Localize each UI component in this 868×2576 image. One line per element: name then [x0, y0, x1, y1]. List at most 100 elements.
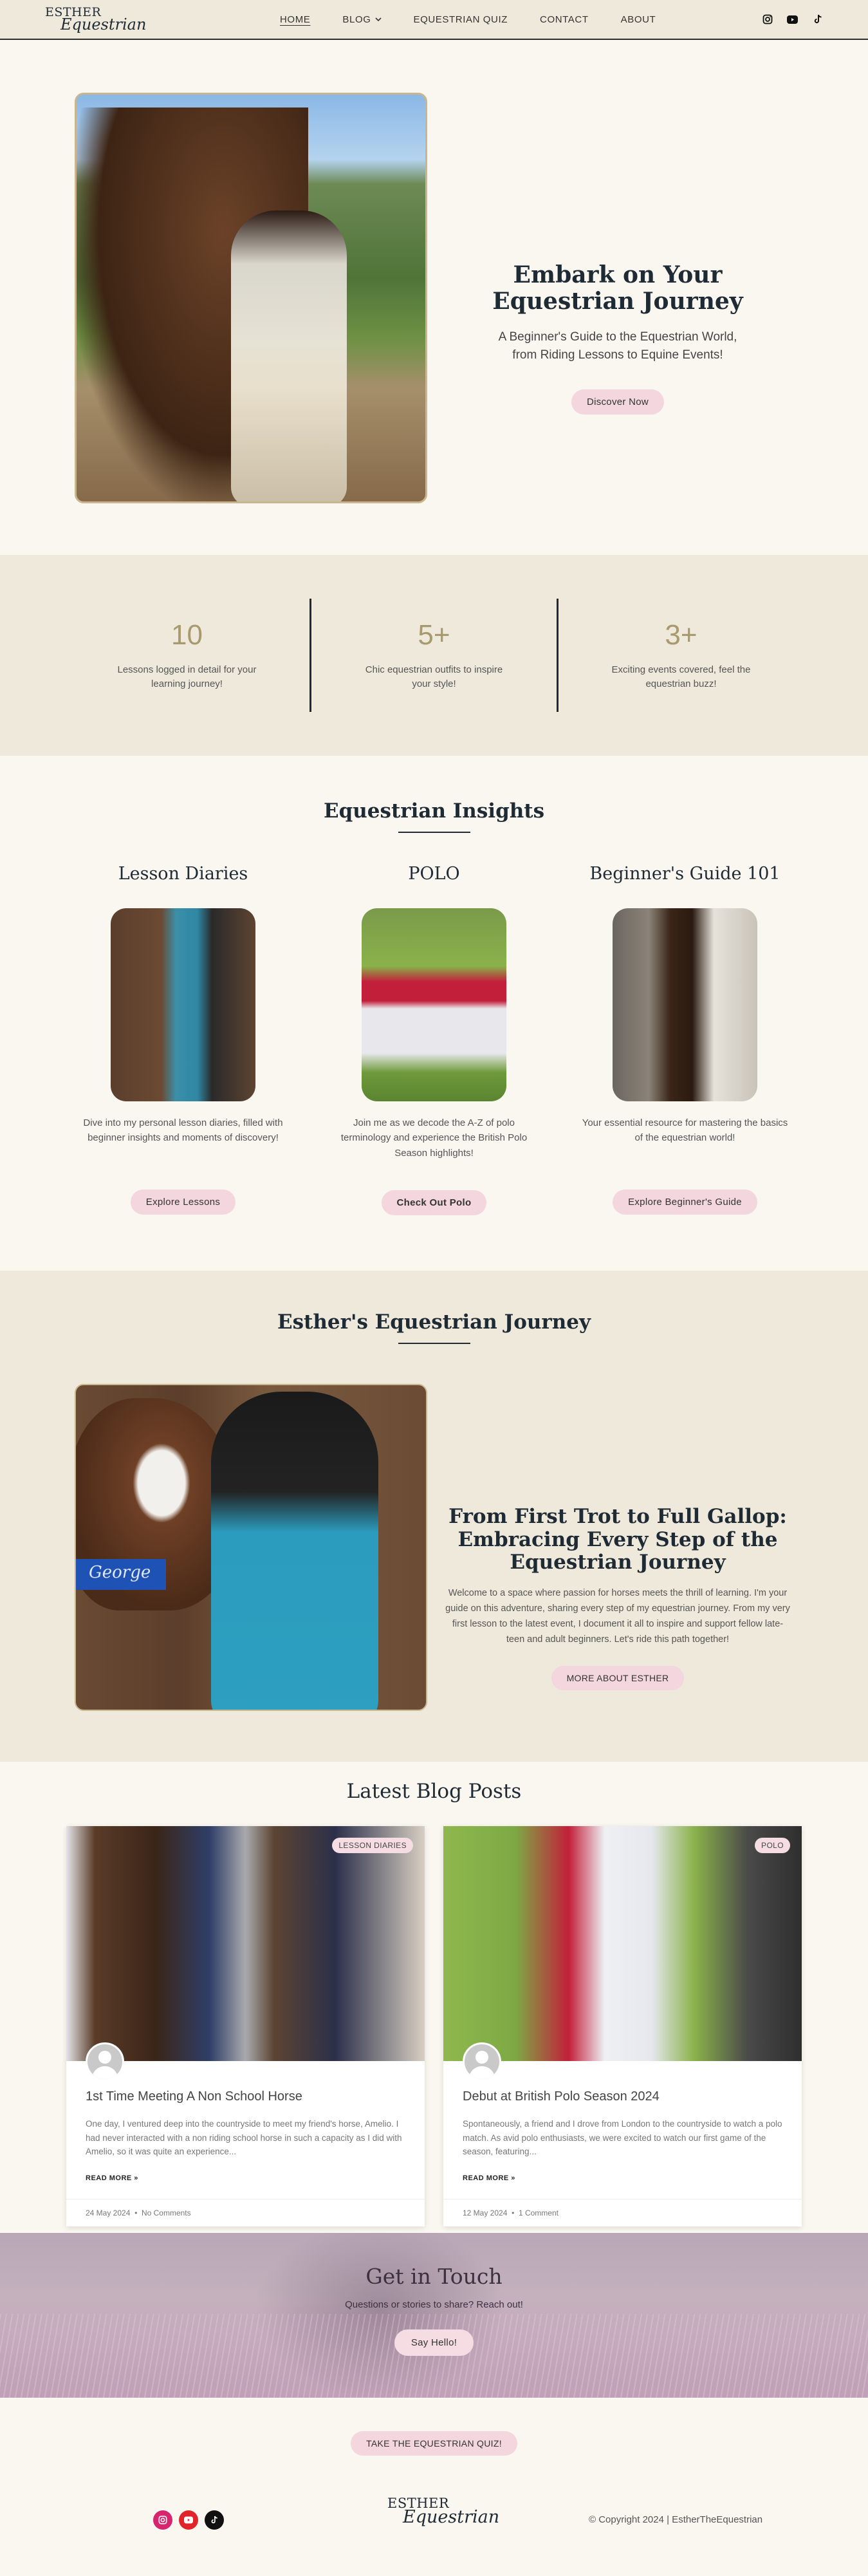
polo-photo — [362, 908, 506, 1101]
journey-photo-rider-with-horse: George — [75, 1384, 427, 1711]
post-date: 12 May 2024 — [463, 2208, 508, 2217]
meta-separator: • — [132, 2208, 142, 2217]
post-excerpt: Spontaneously, a friend and I drove from… — [463, 2119, 782, 2157]
post-body: 1st Time Meeting A Non School Horse One … — [66, 2061, 425, 2182]
insight-card-lesson-diaries: Lesson Diaries Dive into my personal les… — [74, 864, 293, 1215]
post-excerpt: One day, I ventured deep into the countr… — [86, 2119, 402, 2157]
insights-title: Equestrian Insights — [323, 799, 545, 823]
post-title[interactable]: Debut at British Polo Season 2024 — [463, 2089, 782, 2104]
journey-text-block: From First Trot to Full Gallop: Embracin… — [444, 1505, 791, 1690]
stat-events: 3+ Exciting events covered, feel the equ… — [559, 619, 804, 692]
read-more-link[interactable]: READ MORE » — [463, 2174, 782, 2182]
nav-item-label: EQUESTRIAN QUIZ — [413, 14, 508, 25]
card-description: Join me as we decode the A-Z of polo ter… — [340, 1117, 528, 1159]
journey-heading: From First Trot to Full Gallop: Embracin… — [448, 1505, 787, 1574]
contact-subtitle: Questions or stories to share? Reach out… — [345, 2299, 523, 2310]
beginners-guide-photo — [613, 908, 757, 1101]
blog-post-card[interactable]: POLO Debut at British Polo Season 2024 S… — [443, 1826, 802, 2226]
post-meta: 12 May 2024 • 1 Comment — [443, 2198, 802, 2226]
nav-item-equestrian-quiz[interactable]: EQUESTRIAN QUIZ — [414, 14, 508, 25]
nav-item-label: HOME — [280, 14, 311, 25]
instagram-icon[interactable] — [762, 14, 773, 25]
discover-now-button[interactable]: Discover Now — [571, 389, 665, 415]
horse-nameplate: George — [76, 1559, 166, 1590]
post-meta: 24 May 2024 • No Comments — [66, 2198, 425, 2226]
footer-logo[interactable]: ESTHER Equestrian — [387, 2496, 499, 2525]
nav-item-home[interactable]: HOME — [280, 14, 310, 25]
explore-lessons-button[interactable]: Explore Lessons — [130, 1189, 236, 1215]
stats-band: 10 Lessons logged in detail for your lea… — [0, 555, 868, 756]
meta-separator: • — [509, 2208, 519, 2217]
contact-section: Get in Touch Questions or stories to sha… — [0, 2232, 868, 2398]
hero-text-block: Embark on Your Equestrian Journey A Begi… — [450, 261, 785, 415]
journey-title: Esther's Equestrian Journey — [277, 1311, 591, 1334]
insight-card-beginners-guide: Beginner's Guide 101 Your essential reso… — [576, 864, 795, 1215]
logo-text-equestrian: Equestrian — [60, 15, 147, 33]
blog-post-card[interactable]: LESSON DIARIES 1st Time Meeting A Non Sc… — [66, 1826, 425, 2226]
nameplate-text: George — [89, 1563, 151, 1582]
site-logo[interactable]: ESTHER Equestrian — [45, 6, 148, 33]
nav-item-label: CONTACT — [540, 14, 589, 25]
footer-row: ESTHER Equestrian © Copyright 2024 | Est… — [0, 2496, 868, 2536]
journey-section: Esther's Equestrian Journey George From … — [0, 1271, 868, 1762]
card-title: Lesson Diaries — [118, 864, 248, 884]
post-body: Debut at British Polo Season 2024 Sponta… — [443, 2061, 802, 2182]
nav-item-blog[interactable]: BLOG — [342, 14, 382, 25]
copyright-text: © Copyright 2024 | EstherTheEquestrian — [589, 2514, 763, 2525]
hero-photo-rider-with-horse — [75, 93, 427, 503]
title-underline — [398, 1343, 470, 1344]
tiktok-icon[interactable] — [205, 2510, 224, 2530]
post-image[interactable] — [66, 1826, 425, 2061]
explore-beginners-guide-button[interactable]: Explore Beginner's Guide — [613, 1189, 757, 1215]
avatar-placeholder-icon — [91, 2051, 118, 2079]
card-title: POLO — [408, 864, 460, 884]
insight-cards: Lesson Diaries Dive into my personal les… — [74, 864, 795, 1215]
nav-item-label: ABOUT — [620, 14, 656, 25]
insights-section: Equestrian Insights Lesson Diaries Dive … — [0, 756, 868, 1271]
hero-subtitle-line: A Beginner's Guide to the Equestrian Wor… — [498, 330, 737, 344]
youtube-icon[interactable] — [787, 14, 798, 25]
post-title[interactable]: 1st Time Meeting A Non School Horse — [86, 2089, 405, 2104]
say-hello-button[interactable]: Say Hello! — [394, 2329, 474, 2356]
more-about-esther-button[interactable]: MORE ABOUT ESTHER — [551, 1665, 685, 1690]
check-out-polo-button[interactable]: Check Out Polo — [381, 1190, 487, 1215]
blog-title: Latest Blog Posts — [346, 1780, 522, 1803]
chevron-down-icon — [374, 17, 382, 21]
lesson-diaries-photo — [111, 908, 255, 1101]
nav-item-label: BLOG — [342, 14, 371, 25]
category-badge[interactable]: LESSON DIARIES — [332, 1838, 413, 1853]
card-description: Your essential resource for mastering th… — [582, 1117, 788, 1144]
rider-figure — [231, 210, 347, 501]
contact-title: Get in Touch — [365, 2263, 503, 2289]
journey-body: Welcome to a space where passion for hor… — [445, 1587, 790, 1645]
stat-outfits: 5+ Chic equestrian outfits to inspire yo… — [311, 619, 557, 692]
blog-section: Latest Blog Posts LESSON DIARIES 1st Tim… — [0, 1762, 868, 2226]
post-date: 24 May 2024 — [86, 2208, 131, 2217]
post-image[interactable] — [443, 1826, 802, 2061]
tiktok-icon[interactable] — [812, 14, 823, 25]
instagram-icon[interactable] — [153, 2510, 172, 2530]
nav-item-contact[interactable]: CONTACT — [540, 14, 589, 25]
nav-item-about[interactable]: ABOUT — [621, 14, 656, 25]
hero-subtitle-line: from Riding Lessons to Equine Events! — [512, 348, 723, 362]
stat-description: Exciting events covered, feel the equest… — [611, 664, 751, 690]
read-more-link[interactable]: READ MORE » — [86, 2174, 405, 2182]
post-comments[interactable]: 1 Comment — [519, 2208, 559, 2217]
avatar-placeholder-icon — [468, 2051, 495, 2079]
footer: TAKE THE EQUESTRIAN QUIZ! ESTHER Equestr… — [0, 2398, 868, 2553]
top-navigation: ESTHER Equestrian HOME BLOG EQUESTRIAN Q… — [0, 0, 868, 40]
post-comments[interactable]: No Comments — [142, 2208, 191, 2217]
title-underline — [398, 832, 470, 833]
stat-description: Lessons logged in detail for your learni… — [117, 664, 257, 690]
category-badge[interactable]: POLO — [755, 1838, 790, 1853]
header-social-links — [762, 14, 823, 25]
author-avatar — [463, 2042, 501, 2081]
footer-social-links — [153, 2510, 224, 2530]
author-avatar — [86, 2042, 124, 2081]
main-menu: HOME BLOG EQUESTRIAN QUIZ CONTACT ABOUT — [280, 14, 656, 25]
stat-value: 5+ — [418, 619, 450, 651]
hero-section: Embark on Your Equestrian Journey A Begi… — [0, 40, 868, 555]
take-quiz-button[interactable]: TAKE THE EQUESTRIAN QUIZ! — [351, 2431, 517, 2456]
hero-subtitle: A Beginner's Guide to the Equestrian Wor… — [450, 328, 785, 365]
youtube-icon[interactable] — [179, 2510, 198, 2530]
